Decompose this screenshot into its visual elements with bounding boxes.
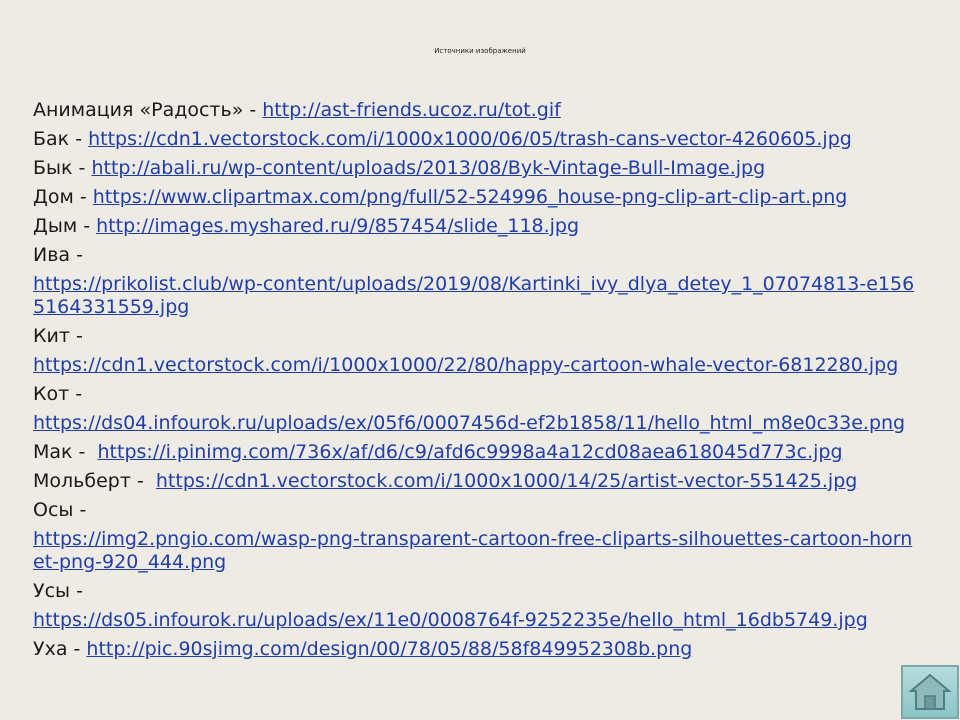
sources-list: Анимация «Радость» - http://ast-friends.… [33,96,918,664]
source-entry: Кит - https://cdn1.vectorstock.com/i/100… [33,322,918,377]
source-name: Усы [33,580,71,602]
home-button[interactable] [901,665,959,719]
source-entry: Мак - https://i.pinimg.com/736x/af/d6/c9… [33,438,918,467]
source-link[interactable]: https://ds05.infourok.ru/uploads/ex/11e0… [33,609,918,632]
source-entry: Бык - http://abali.ru/wp-content/uploads… [33,154,918,183]
source-entry: Усы - https://ds05.infourok.ru/uploads/e… [33,577,918,632]
source-separator: - [72,441,98,463]
source-name: Ива [33,244,71,266]
slide-title: Источники изображений [434,47,526,55]
source-name: Кот [33,383,70,405]
source-separator: - [69,128,89,150]
source-separator: - [73,499,93,521]
source-entry: Дом - https://www.clipartmax.com/png/ful… [33,183,918,212]
source-separator: - [243,99,263,121]
source-link[interactable]: http://pic.90sjimg.com/design/00/78/05/8… [86,638,692,660]
source-link[interactable]: http://images.myshared.ru/9/857454/slide… [96,215,579,237]
source-link[interactable]: https://cdn1.vectorstock.com/i/1000x1000… [156,470,857,492]
source-link[interactable]: http://ast-friends.ucoz.ru/tot.gif [262,99,561,121]
source-name: Дым [33,215,78,237]
source-separator: - [70,580,89,602]
source-entry: Ива - https://prikolist.club/wp-content/… [33,241,918,319]
source-entry: Бак - https://cdn1.vectorstock.com/i/100… [33,125,918,154]
source-separator: - [69,325,89,347]
source-separator: - [72,157,92,179]
source-separator: - [67,638,87,660]
source-entry: Мольберт - https://cdn1.vectorstock.com/… [33,467,918,496]
source-link[interactable]: https://i.pinimg.com/736x/af/d6/c9/afd6c… [98,441,843,463]
source-separator: - [69,383,89,405]
source-link[interactable]: https://www.clipartmax.com/png/full/52-5… [93,186,848,208]
source-entry: Осы - https://img2.pngio.com/wasp-png-tr… [33,496,918,574]
source-link[interactable]: https://img2.pngio.com/wasp-png-transpar… [33,528,918,574]
source-link[interactable]: http://abali.ru/wp-content/uploads/2013/… [91,157,765,179]
source-separator: - [77,215,97,237]
source-link[interactable]: https://cdn1.vectorstock.com/i/1000x1000… [33,354,918,377]
source-name: Осы [33,499,74,521]
source-name: Дом [33,186,74,208]
slide: Источники изображений Анимация «Радость»… [0,0,960,720]
source-name: Мольберт [33,470,131,492]
source-name: Анимация «Радость» [33,99,244,121]
source-link[interactable]: https://cdn1.vectorstock.com/i/1000x1000… [88,128,852,150]
source-name: Кит [33,325,70,347]
source-entry: Уха - http://pic.90sjimg.com/design/00/7… [33,635,918,664]
source-entry: Анимация «Радость» - http://ast-friends.… [33,96,918,125]
source-name: Бак [33,128,70,150]
home-icon [908,673,952,710]
source-separator: - [73,186,93,208]
source-link[interactable]: https://prikolist.club/wp-content/upload… [33,273,918,319]
source-separator: - [70,244,89,266]
source-separator: - [130,470,156,492]
source-link[interactable]: https://ds04.infourok.ru/uploads/ex/05f6… [33,412,918,435]
source-name: Уха [33,638,68,660]
source-entry: Дым - http://images.myshared.ru/9/857454… [33,212,918,241]
source-name: Бык [33,157,73,179]
source-entry: Кот - https://ds04.infourok.ru/uploads/e… [33,380,918,435]
source-name: Мак [33,441,73,463]
